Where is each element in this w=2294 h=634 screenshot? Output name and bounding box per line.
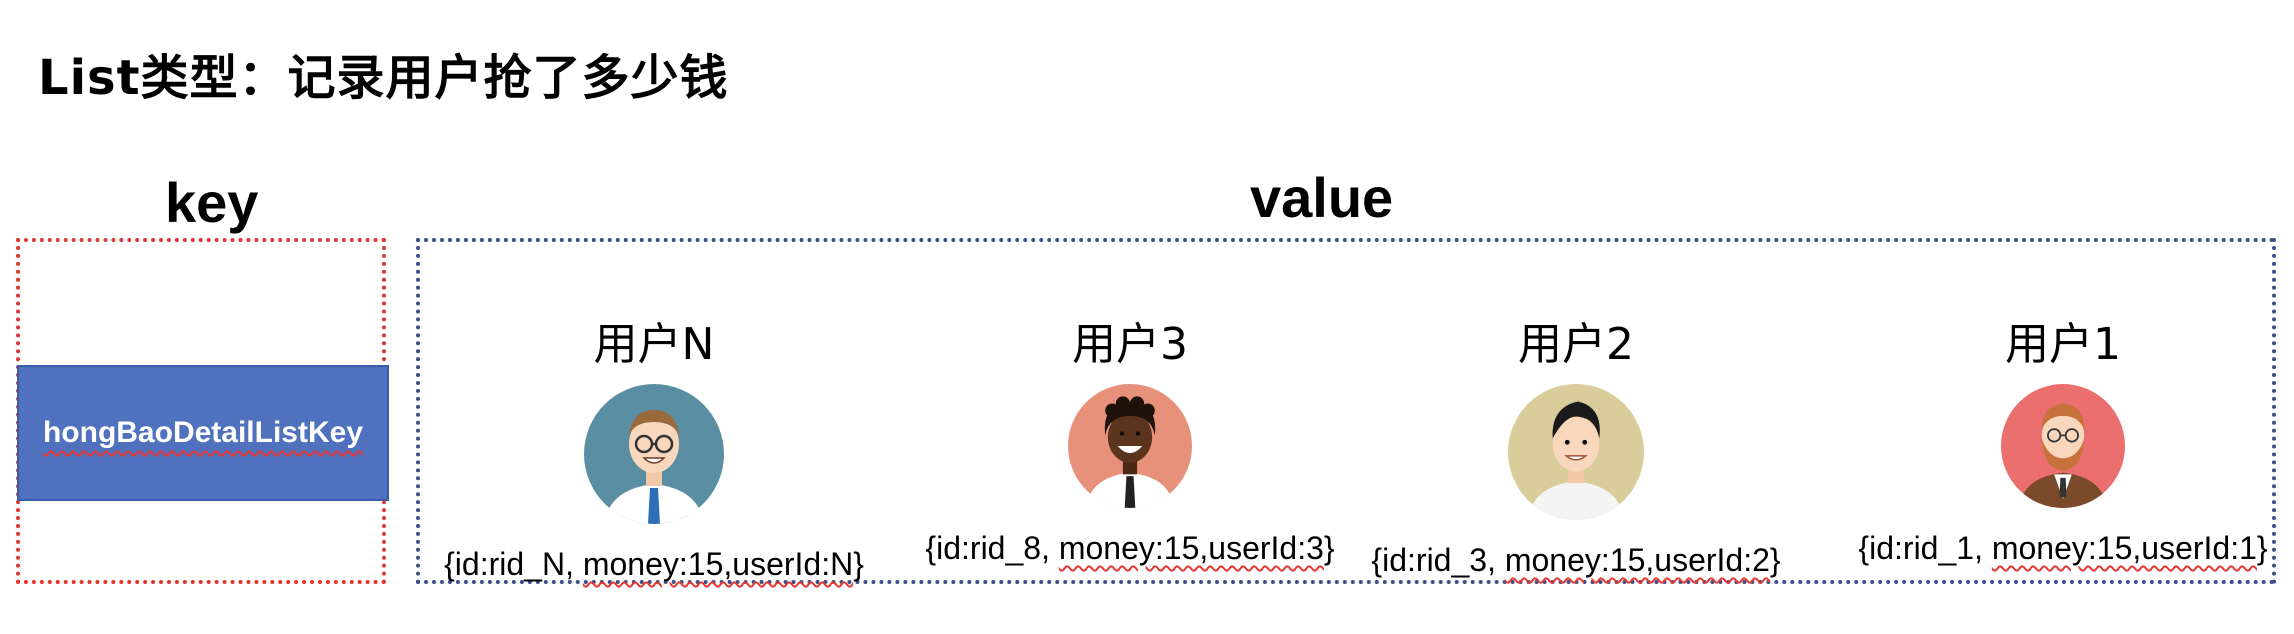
list-item-user-2: 用户2 {id:rid_3, money:15,userId:2} [1346,308,1806,579]
user-name: 用户1 [2005,319,2121,370]
avatar-glasses-icon [584,384,724,524]
list-item-user-3: 用户3 {id:rid_8, money:15,userId:3} [900,308,1360,567]
user-name: 用户3 [1072,319,1188,370]
avatar-black-hair-icon [1508,384,1644,520]
user-data: {id:rid_8, money:15,userId:3} [925,530,1335,566]
list-item-user-n: 用户N {id:rid_N, money:15,userId:N} [424,308,884,583]
page-title: List类型：记录用户抢了多少钱 [38,50,729,106]
key-label: key [165,171,259,234]
user-name: 用户2 [1518,319,1634,370]
avatar-curly-hair-icon [1068,384,1192,508]
key-name: hongBaoDetailListKey [42,416,364,449]
value-label: value [1250,166,1394,229]
user-data: {id:rid_N, money:15,userId:N} [444,546,864,582]
user-data: {id:rid_1, money:15,userId:1} [1858,530,2268,566]
key-rectangle: hongBaoDetailListKey [17,365,389,501]
list-item-user-1: 用户1 {id:rid_1, money:15,userId:1} [1833,308,2293,567]
user-data: {id:rid_3, money:15,userId:2} [1371,542,1781,578]
user-name: 用户N [593,319,715,370]
avatar-beard-icon [2001,384,2125,508]
